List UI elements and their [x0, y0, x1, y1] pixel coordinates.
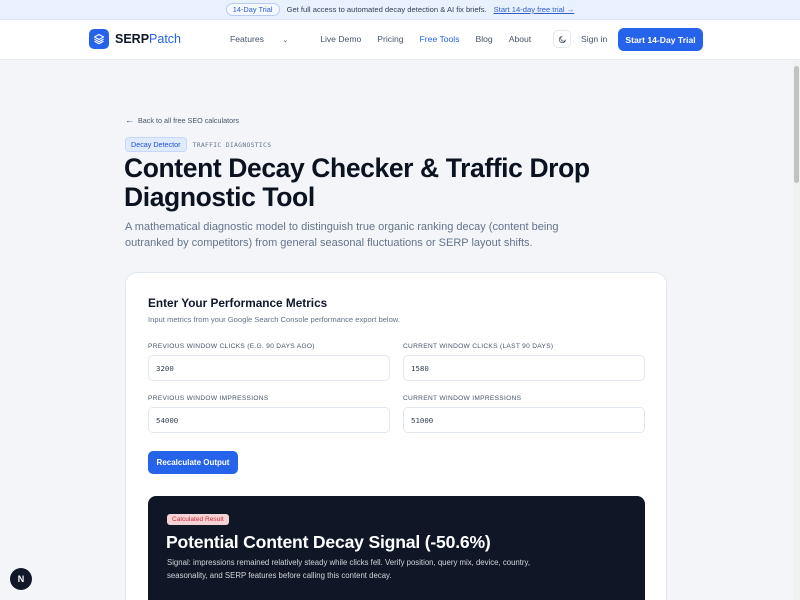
result-panel: Calculated Result Potential Content Deca… — [148, 496, 645, 600]
main-nav: Features ⌄ Live Demo Pricing Free Tools … — [230, 34, 547, 44]
back-link[interactable]: ← Back to all free SEO calculators — [125, 115, 239, 125]
prev-impressions-input[interactable] — [148, 407, 390, 433]
nav-item-free-tools[interactable]: Free Tools — [420, 34, 460, 44]
logo-text: SERPPatch — [115, 32, 181, 46]
page-scrollbar[interactable] — [793, 60, 800, 600]
category-tag: Decay Detector — [125, 137, 187, 152]
result-badge: Calculated Result — [167, 514, 229, 525]
nav-item-about[interactable]: About — [509, 34, 531, 44]
start-trial-button[interactable]: Start 14-Day Trial — [618, 28, 703, 51]
trial-badge: 14-Day Trial — [225, 3, 280, 16]
page-subtitle: A mathematical diagnostic model to disti… — [125, 221, 559, 249]
form-title: Enter Your Performance Metrics — [148, 296, 328, 310]
page-title: Content Decay Checker & Traffic Drop Dia… — [124, 153, 590, 212]
back-link-label: Back to all free SEO calculators — [138, 115, 240, 125]
tag-row: Decay Detector TRAFFIC DIAGNOSTICS — [125, 137, 271, 152]
form-description: Input metrics from your Google Search Co… — [148, 315, 400, 324]
calculator-card: Enter Your Performance Metrics Input met… — [125, 272, 667, 600]
curr-impressions-input[interactable] — [403, 407, 645, 433]
nav-item-features-label: Features — [230, 34, 264, 44]
site-header: SERPPatch Features ⌄ Live Demo Pricing F… — [0, 20, 800, 60]
nav-item-live-demo[interactable]: Live Demo — [320, 34, 361, 44]
banner-trial-link[interactable]: Start 14-day free trial → — [494, 5, 575, 14]
layers-icon — [89, 29, 109, 49]
curr-clicks-label: Current window clicks (last 90 days) — [403, 343, 554, 350]
result-text: Signal: impressions remained relatively … — [167, 558, 530, 580]
next-dev-badge[interactable]: N — [10, 568, 32, 590]
prev-clicks-label: Previous window clicks (e.g. 90 days ago… — [148, 343, 315, 350]
logo-name-main: SERP — [115, 32, 150, 46]
nav-item-pricing[interactable]: Pricing — [377, 34, 403, 44]
category-meta: TRAFFIC DIAGNOSTICS — [192, 140, 272, 149]
promo-banner: 14-Day Trial Get full access to automate… — [0, 0, 800, 20]
chevron-down-icon: ⌄ — [282, 37, 289, 44]
sign-in-link[interactable]: Sign in — [581, 34, 607, 44]
result-title: Potential Content Decay Signal (-50.6%) — [166, 532, 491, 552]
moon-icon — [558, 35, 566, 43]
nav-item-features[interactable]: Features ⌄ — [230, 34, 304, 44]
prev-impressions-label: Previous window impressions — [148, 395, 269, 402]
curr-impressions-label: Current window impressions — [403, 395, 522, 402]
logo-name-accent: Patch — [149, 32, 182, 46]
curr-clicks-input[interactable] — [403, 355, 645, 381]
scrollbar-thumb[interactable] — [794, 66, 799, 183]
recalculate-button[interactable]: Recalculate Output — [148, 451, 238, 474]
theme-toggle-button[interactable] — [553, 30, 571, 48]
banner-message: Get full access to automated decay detec… — [286, 5, 487, 14]
nav-item-blog[interactable]: Blog — [476, 34, 493, 44]
arrow-left-icon: ← — [125, 115, 134, 125]
prev-clicks-input[interactable] — [148, 355, 390, 381]
logo[interactable]: SERPPatch — [89, 29, 181, 49]
